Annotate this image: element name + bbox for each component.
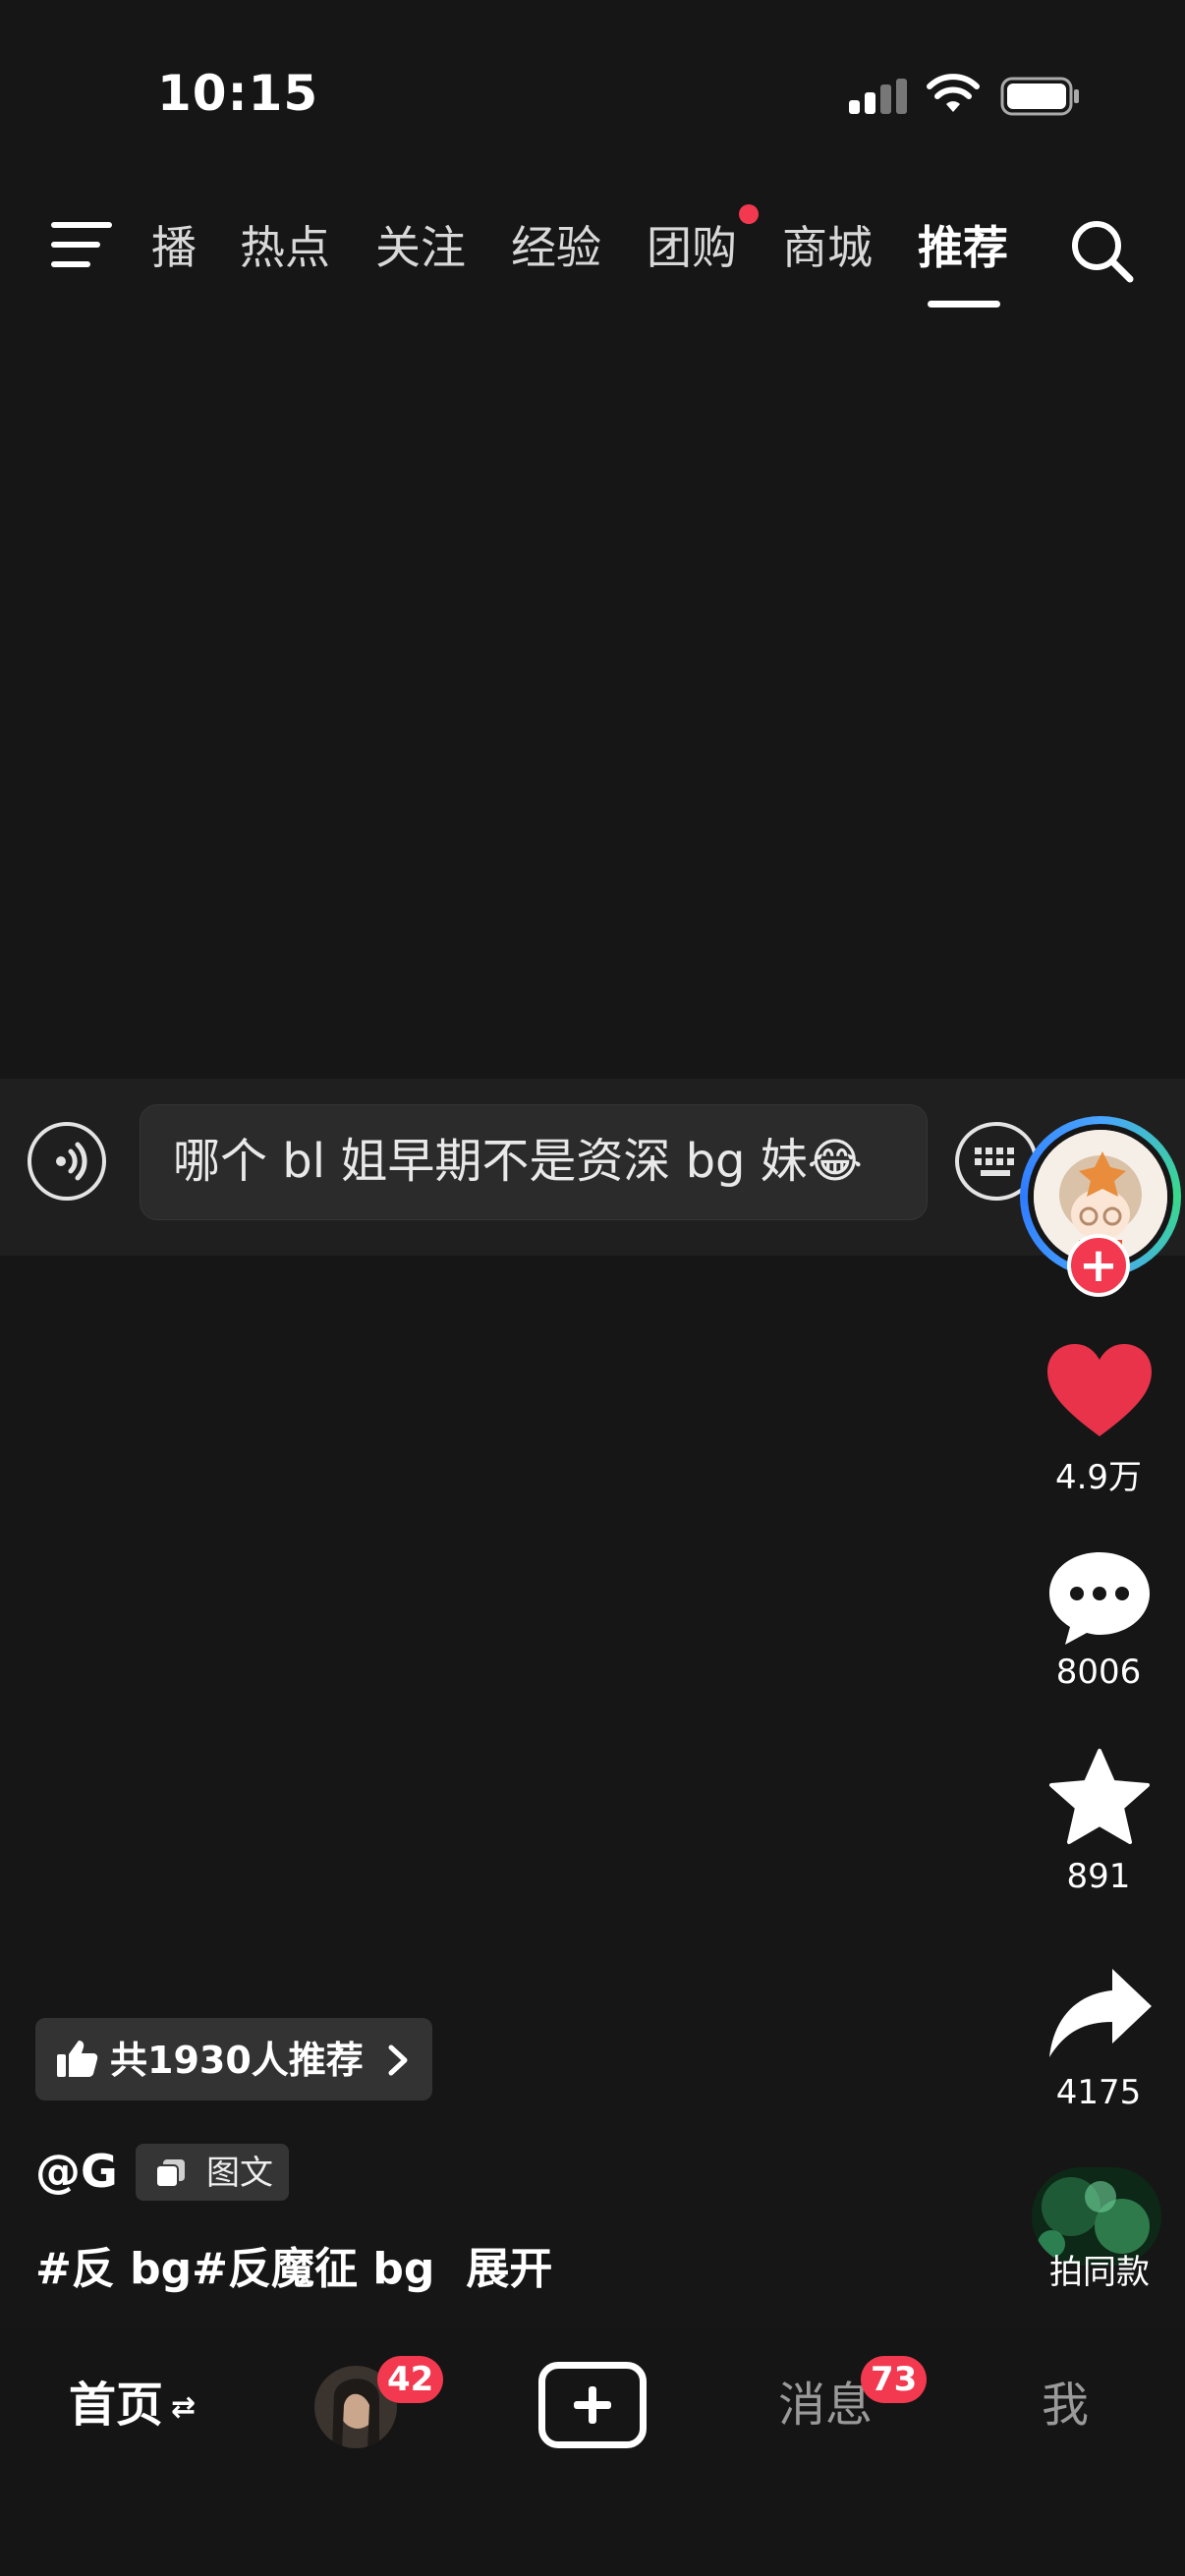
expand-link[interactable]: 展开: [466, 2244, 552, 2294]
create-post-button[interactable]: [538, 2362, 647, 2448]
share-arrow-icon[interactable]: [1044, 1963, 1156, 2065]
friends-badge: 42: [377, 2356, 444, 2403]
thumbs-up-icon: [57, 2041, 98, 2077]
like-count: 4.9万: [1054, 1458, 1143, 1497]
tab-home-label: 首页: [69, 2378, 164, 2433]
plus-icon: [574, 2386, 611, 2424]
tab-following[interactable]: 关注: [375, 218, 466, 277]
menu-icon[interactable]: [51, 222, 112, 269]
comment-count: 8006: [1055, 1652, 1142, 1692]
tab-experience[interactable]: 经验: [511, 218, 601, 277]
favorite-count: 891: [1066, 1857, 1131, 1896]
favorite-star-icon[interactable]: [1044, 1747, 1156, 1849]
switch-arrows-icon: ⇄: [171, 2390, 197, 2425]
tab-home[interactable]: 首页 ⇄: [69, 2374, 196, 2439]
cellular-signal-icon: [849, 79, 908, 114]
hashtags: #反 bg#反魔征 bg 展开: [35, 2240, 552, 2299]
tab-group-buy[interactable]: 团购: [647, 218, 737, 277]
tab-me[interactable]: 我: [1042, 2374, 1089, 2436]
tab-live[interactable]: 播: [151, 218, 197, 277]
author-handle[interactable]: @G: [35, 2142, 118, 2201]
search-icon[interactable]: [1069, 218, 1136, 285]
status-time: 10:15: [157, 65, 319, 122]
like-heart-icon[interactable]: [1044, 1340, 1156, 1442]
battery-icon: [1000, 77, 1079, 116]
share-count: 4175: [1055, 2073, 1142, 2112]
follow-plus-icon[interactable]: +: [1067, 1234, 1130, 1297]
active-tab-indicator: [928, 301, 1000, 308]
tab-recommend[interactable]: 推荐: [918, 218, 1008, 277]
notification-dot: [739, 204, 759, 224]
comment-text: 哪个 bl 姐早期不是资深 bg 妹😂: [173, 1134, 863, 1189]
tab-messages[interactable]: 消息: [778, 2374, 873, 2436]
chevron-right-icon: [388, 2044, 408, 2076]
wifi-icon: [927, 74, 980, 112]
tab-hot[interactable]: 热点: [240, 218, 330, 277]
comment-icon[interactable]: [1044, 1546, 1156, 1649]
post-type-label: 图文: [206, 2154, 273, 2193]
voice-input-icon[interactable]: [28, 1122, 106, 1201]
messages-badge: 73: [861, 2356, 928, 2403]
use-template-label[interactable]: 拍同款: [1012, 2248, 1185, 2297]
image-text-icon: [155, 2159, 185, 2188]
hashtag-text[interactable]: #反 bg#反魔征 bg: [35, 2244, 434, 2294]
tab-mall[interactable]: 商城: [782, 218, 873, 277]
recommend-count-text: 共1930人推荐: [110, 2039, 364, 2082]
